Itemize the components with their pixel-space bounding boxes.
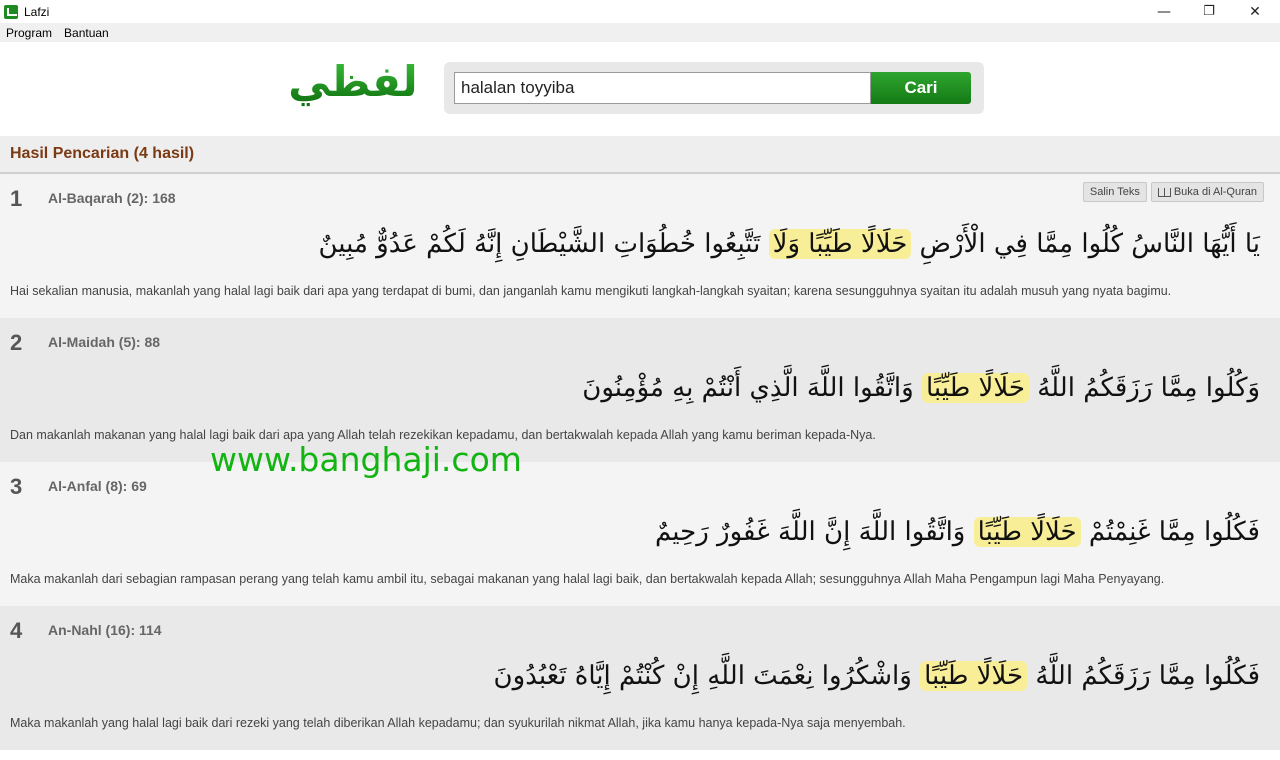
- arabic-text: فَكُلُوا مِمَّا رَزَقَكُمُ اللَّهُ حَلَا…: [493, 661, 1260, 691]
- arabic-text: فَكُلُوا مِمَّا غَنِمْتُمْ حَلَالًا طَيِ…: [655, 517, 1260, 547]
- book-icon: [1157, 187, 1171, 197]
- search-button[interactable]: Cari: [871, 72, 971, 104]
- verse-reference: Al-Anfal (8): 69: [48, 478, 147, 494]
- verse-reference: An-Nahl (16): 114: [48, 622, 162, 638]
- result-actions: Salin Teks Buka di Al-Quran: [1082, 182, 1264, 202]
- title-bar: Lafzi — ❐ ✕: [0, 0, 1280, 23]
- result-item: 3 Al-Anfal (8): 69 فَكُلُوا مِمَّا غَنِم…: [0, 462, 1280, 606]
- arabic-text: يَا أَيُّهَا النَّاسُ كُلُوا مِمَّا فِي …: [318, 229, 1260, 259]
- match-highlight: حَلَالًا طَيِّبًا: [921, 373, 1029, 403]
- translation-text: Maka makanlah yang halal lagi baik dari …: [10, 716, 906, 730]
- result-item: 2 Al-Maidah (5): 88 وَكُلُوا مِمَّا رَزَ…: [0, 318, 1280, 462]
- results-list: 1 Al-Baqarah (2): 168 Salin Teks Buka di…: [0, 174, 1280, 750]
- logo-text: لفظي: [288, 57, 417, 107]
- result-item: 4 An-Nahl (16): 114 فَكُلُوا مِمَّا رَزَ…: [0, 606, 1280, 750]
- open-quran-button[interactable]: Buka di Al-Quran: [1150, 182, 1264, 202]
- translation-text: Hai sekalian manusia, makanlah yang hala…: [10, 284, 1172, 298]
- menu-program[interactable]: Program: [0, 26, 58, 40]
- search-bar: Cari: [444, 62, 984, 114]
- menu-bantuan[interactable]: Bantuan: [58, 26, 115, 40]
- result-number: 1: [10, 186, 23, 211]
- search-input[interactable]: [454, 72, 871, 104]
- results-heading: Hasil Pencarian (4 hasil): [0, 136, 1280, 174]
- match-highlight: حَلَالًا طَيِّبًا: [920, 661, 1028, 691]
- app-icon: [4, 4, 18, 19]
- close-button[interactable]: ✕: [1232, 0, 1278, 23]
- translation-text: Maka makanlah dari sebagian rampasan per…: [10, 572, 1165, 586]
- match-highlight: حَلَالًا طَيِّبًا: [973, 517, 1081, 547]
- search-header: لفظي Cari: [0, 42, 1280, 136]
- result-number: 4: [10, 618, 23, 643]
- maximize-button[interactable]: ❐: [1186, 0, 1232, 23]
- match-highlight: حَلَالًا طَيِّبًا وَلَا: [768, 229, 912, 259]
- result-number: 2: [10, 330, 23, 355]
- lafzi-logo: لفظي: [288, 57, 417, 107]
- result-number: 3: [10, 474, 23, 499]
- minimize-button[interactable]: —: [1141, 0, 1187, 23]
- copy-text-button[interactable]: Salin Teks: [1082, 182, 1147, 202]
- watermark-text: www.banghaji.com: [210, 440, 522, 479]
- menu-bar: Program Bantuan: [0, 23, 1280, 42]
- arabic-text: وَكُلُوا مِمَّا رَزَقَكُمُ اللَّهُ حَلَا…: [582, 373, 1260, 403]
- verse-reference: Al-Baqarah (2): 168: [48, 190, 176, 206]
- verse-reference: Al-Maidah (5): 88: [48, 334, 161, 350]
- window-title: Lafzi: [24, 4, 50, 19]
- result-item: 1 Al-Baqarah (2): 168 Salin Teks Buka di…: [0, 174, 1280, 318]
